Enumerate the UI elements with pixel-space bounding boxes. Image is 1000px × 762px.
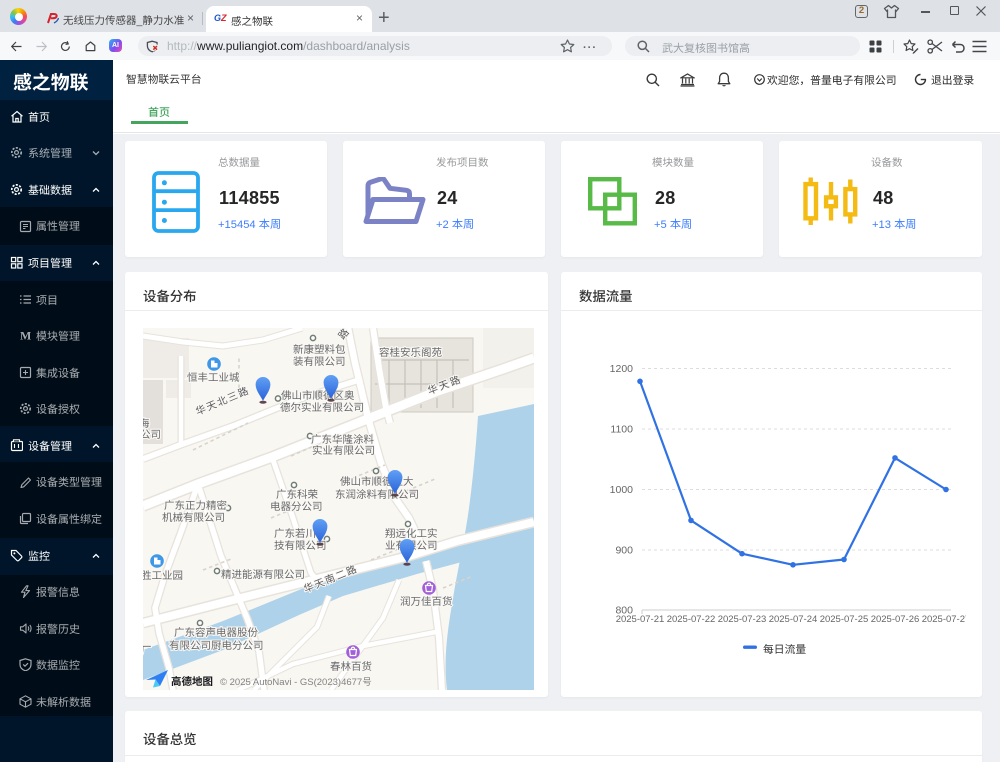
svg-text:德尔实业有限公司: 德尔实业有限公司: [280, 400, 364, 415]
svg-text:有限公司厨电分公司: 有限公司厨电分公司: [169, 638, 264, 653]
svg-text:2025-07-24: 2025-07-24: [769, 614, 818, 625]
svg-text:1000: 1000: [610, 484, 634, 496]
svg-text:2025-07-25: 2025-07-25: [820, 614, 869, 625]
svg-text:1100: 1100: [610, 424, 633, 436]
svg-text:2025-07-26: 2025-07-26: [871, 614, 920, 625]
svg-text:厂: 厂: [143, 643, 152, 658]
svg-text:恒丰工业城: 恒丰工业城: [187, 370, 240, 385]
svg-text:电器分公司: 电器分公司: [270, 499, 323, 514]
svg-text:© 2025 AutoNavi - GS(2023)4677: © 2025 AutoNavi - GS(2023)4677号: [220, 677, 372, 688]
svg-text:容桂安乐阁苑: 容桂安乐阁苑: [379, 345, 442, 360]
svg-text:M: M: [20, 329, 31, 342]
svg-text:1200: 1200: [610, 363, 634, 375]
svg-text:高德地图: 高德地图: [171, 674, 213, 689]
svg-text:装有限公司: 装有限公司: [293, 354, 346, 369]
svg-text:机械有限公司: 机械有限公司: [162, 510, 225, 525]
svg-text:公司: 公司: [143, 427, 161, 442]
svg-text:东润涂料有限公司: 东润涂料有限公司: [335, 487, 419, 502]
svg-text:润万佳百货: 润万佳百货: [400, 594, 453, 609]
svg-text:春林百货: 春林百货: [330, 659, 372, 674]
svg-text:900: 900: [615, 545, 633, 557]
svg-text:2025-07-27: 2025-07-27: [922, 614, 966, 625]
svg-text:2025-07-22: 2025-07-22: [667, 614, 716, 625]
svg-text:2025-07-21: 2025-07-21: [616, 614, 665, 625]
svg-text:胜工业园: 胜工业园: [143, 568, 183, 583]
svg-text:每日流量: 每日流量: [763, 641, 806, 657]
svg-text:2025-07-23: 2025-07-23: [718, 614, 767, 625]
svg-text:实业有限公司: 实业有限公司: [312, 443, 375, 458]
svg-text:精进能源有限公司: 精进能源有限公司: [221, 567, 305, 582]
